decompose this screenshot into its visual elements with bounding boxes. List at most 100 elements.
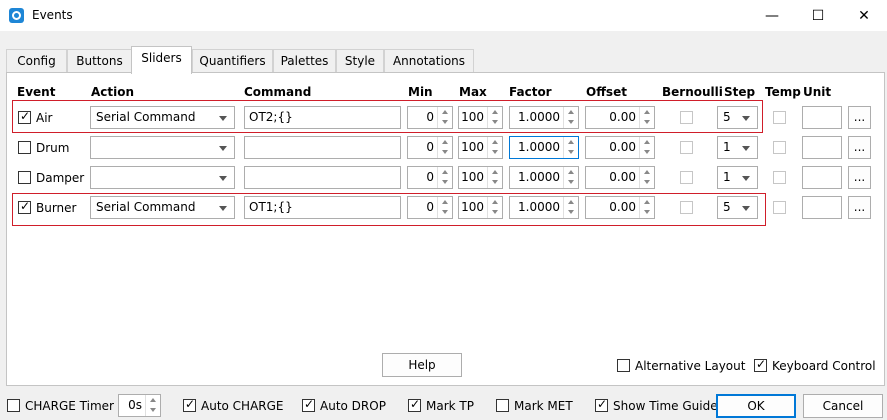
tab-palettes[interactable]: Palettes [273, 49, 336, 73]
step-select[interactable]: 1 [717, 136, 758, 159]
spin-buttons[interactable] [487, 137, 502, 158]
more-button[interactable]: ... [848, 106, 871, 129]
unit-input[interactable] [802, 136, 842, 159]
window-title: Events [32, 8, 73, 22]
tab-sliders[interactable]: Sliders [131, 46, 192, 74]
header-factor: Factor [509, 85, 552, 99]
ok-button[interactable]: OK [716, 394, 796, 418]
min-spinbox[interactable]: 0 [407, 166, 453, 189]
spin-buttons[interactable] [145, 395, 160, 416]
max-spinbox[interactable]: 100 [458, 166, 503, 189]
spin-buttons[interactable] [487, 167, 502, 188]
show-time-guide-checkbox[interactable]: ✓ [595, 397, 608, 412]
temp-checkbox[interactable] [773, 141, 786, 154]
spin-buttons[interactable] [437, 137, 452, 158]
step-value: 1 [723, 140, 731, 154]
checkmark-icon: ✓ [185, 397, 196, 411]
spin-buttons[interactable] [437, 167, 452, 188]
header-offset: Offset [586, 85, 627, 99]
checkmark-icon: ✓ [756, 357, 767, 371]
tab-buttons[interactable]: Buttons [67, 49, 132, 73]
minimize-button[interactable]: — [749, 0, 795, 31]
factor-spinbox[interactable]: 1.0000 [509, 136, 579, 159]
offset-spinbox[interactable]: 0.00 [585, 136, 655, 159]
chevron-down-icon [219, 146, 227, 151]
close-button[interactable]: ✕ [841, 0, 887, 31]
header-unit: Unit [803, 85, 832, 99]
alternative-layout-label: Alternative Layout [635, 359, 746, 373]
spin-up-icon [492, 140, 498, 144]
auto-charge-checkbox[interactable]: ✓ [183, 397, 196, 412]
unit-input[interactable] [802, 106, 842, 129]
alternative-layout-checkbox[interactable] [617, 359, 630, 372]
spin-up-icon [568, 170, 574, 174]
spin-down-icon [492, 150, 498, 154]
spin-up-icon [442, 140, 448, 144]
spin-buttons[interactable] [639, 167, 654, 188]
header-temp: Temp [765, 85, 801, 99]
keyboard-control-checkbox[interactable]: ✓ [754, 357, 767, 372]
highlight-box-burner [12, 193, 766, 226]
header-min: Min [408, 85, 433, 99]
mark-met-label: Mark MET [514, 399, 573, 413]
auto-charge-label: Auto CHARGE [201, 399, 284, 413]
spin-up-icon [644, 170, 650, 174]
title-bar[interactable]: Events — ☐ ✕ [0, 0, 887, 31]
unit-input[interactable] [802, 166, 842, 189]
spin-down-icon [442, 150, 448, 154]
tab-style[interactable]: Style [336, 49, 384, 73]
spin-up-icon [150, 398, 156, 402]
step-select[interactable]: 1 [717, 166, 758, 189]
mark-met-checkbox[interactable] [496, 399, 509, 412]
auto-drop-checkbox[interactable]: ✓ [302, 397, 315, 412]
command-input[interactable] [244, 136, 401, 159]
maximize-button[interactable]: ☐ [795, 0, 841, 31]
header-bernoulli: Bernoulli [662, 85, 723, 99]
chevron-down-icon [742, 146, 750, 151]
checkmark-icon: ✓ [597, 397, 608, 411]
factor-value: 1.0000 [518, 170, 560, 184]
spin-buttons[interactable] [639, 137, 654, 158]
cancel-button[interactable]: Cancel [803, 394, 883, 418]
command-input[interactable] [244, 166, 401, 189]
temp-checkbox[interactable] [773, 171, 786, 184]
bernoulli-checkbox[interactable] [680, 141, 693, 154]
more-button[interactable]: ... [848, 166, 871, 189]
factor-spinbox[interactable]: 1.0000 [509, 166, 579, 189]
charge-timer-checkbox[interactable] [7, 399, 20, 412]
spin-down-icon [150, 408, 156, 412]
more-button[interactable]: ... [848, 136, 871, 159]
offset-value: 0.00 [609, 170, 636, 184]
spin-buttons[interactable] [563, 137, 578, 158]
offset-spinbox[interactable]: 0.00 [585, 166, 655, 189]
max-spinbox[interactable]: 100 [458, 136, 503, 159]
chevron-down-icon [742, 176, 750, 181]
spin-up-icon [568, 140, 574, 144]
help-button[interactable]: Help [382, 353, 462, 377]
checkmark-icon: ✓ [304, 397, 315, 411]
header-action: Action [91, 85, 135, 99]
spin-buttons[interactable] [563, 167, 578, 188]
spin-down-icon [644, 150, 650, 154]
temp-checkbox[interactable] [773, 201, 786, 214]
unit-input[interactable] [802, 196, 842, 219]
min-spinbox[interactable]: 0 [407, 136, 453, 159]
header-command: Command [244, 85, 312, 99]
tab-config[interactable]: Config [6, 49, 67, 73]
min-value: 0 [426, 170, 434, 184]
max-value: 100 [461, 140, 484, 154]
spin-down-icon [568, 150, 574, 154]
temp-checkbox[interactable] [773, 111, 786, 124]
action-select[interactable] [90, 166, 235, 189]
event-enabled-checkbox[interactable] [18, 141, 31, 154]
checkmark-icon: ✓ [410, 397, 421, 411]
app-icon [9, 8, 24, 23]
tab-annotations[interactable]: Annotations [384, 49, 474, 73]
event-enabled-checkbox[interactable] [18, 171, 31, 184]
tab-quantifiers[interactable]: Quantifiers [192, 49, 273, 73]
more-button[interactable]: ... [848, 196, 871, 219]
action-select[interactable] [90, 136, 235, 159]
charge-timer-spinbox[interactable]: 0s [118, 394, 161, 417]
mark-tp-checkbox[interactable]: ✓ [408, 397, 421, 412]
bernoulli-checkbox[interactable] [680, 171, 693, 184]
